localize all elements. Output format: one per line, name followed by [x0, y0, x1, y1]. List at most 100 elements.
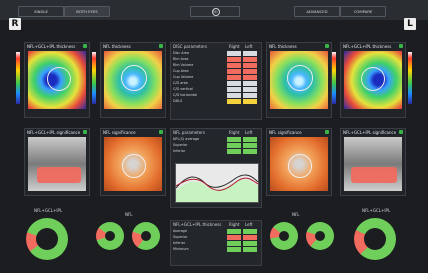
- left-value: [243, 69, 257, 74]
- map-left-nfl[interactable]: NFL thickness: [266, 42, 332, 118]
- table-row: C/D area: [173, 81, 259, 86]
- check-icon[interactable]: [83, 44, 87, 48]
- row-label: DDLS: [173, 99, 183, 103]
- table-row: C/D horizontal: [173, 93, 259, 98]
- panel-title: NFL+GCL+IPL thickness: [27, 44, 76, 49]
- right-value: [227, 241, 241, 246]
- nflgclipl-thickness-table: NFL+GCL+IPL thickness Right Left Average…: [170, 220, 262, 266]
- right-value: [227, 51, 241, 56]
- retina-overlay: [47, 67, 71, 91]
- table-row: Minimum: [173, 247, 259, 252]
- table-title: NFL+GCL+IPL thickness: [173, 222, 222, 227]
- right-value: [227, 93, 241, 98]
- table-row: Superior: [173, 235, 259, 240]
- right-value: [227, 57, 241, 62]
- panel-title: NFL+GCL+IPL significance: [343, 130, 397, 135]
- settings-icon[interactable]: [212, 8, 220, 16]
- right-value: [227, 247, 241, 252]
- table-row: Cup Volume: [173, 75, 259, 80]
- right-value: [227, 87, 241, 92]
- bottom-right-title: NFL+GCL+IPL: [362, 208, 391, 213]
- right-value: [227, 143, 241, 148]
- col-left: Left: [245, 222, 253, 227]
- significance-right-nfl[interactable]: NFL significance: [100, 128, 166, 196]
- bottom-left-title: NFL+GCL+IPL: [34, 208, 63, 213]
- donut-hole: [36, 228, 58, 250]
- disc-ring: [122, 154, 146, 178]
- left-value: [243, 51, 257, 56]
- check-icon[interactable]: [83, 130, 87, 134]
- right-value: [227, 137, 241, 142]
- profile-lines: [175, 174, 259, 202]
- right-value: [227, 229, 241, 234]
- significance-left-nfl[interactable]: NFL significance: [266, 128, 332, 196]
- map-left-nflgclipl[interactable]: NFL+GCL+IPL thickness: [340, 42, 406, 118]
- check-icon[interactable]: [325, 44, 329, 48]
- red-overlay: [37, 167, 81, 183]
- tab-both-eyes[interactable]: BOTH EYES: [64, 6, 110, 17]
- right-value: [227, 99, 241, 104]
- scale-bar: [408, 52, 412, 104]
- table-row: Cup Area: [173, 69, 259, 74]
- row-label: C/D vertical: [173, 87, 193, 91]
- panel-title: NFL+GCL+IPL significance: [27, 130, 81, 135]
- table-row: Average: [173, 229, 259, 234]
- red-overlay: [351, 167, 397, 183]
- right-value: [227, 235, 241, 240]
- nfl-parameters: NFL parameters Right Left NFL(S) average…: [170, 128, 262, 208]
- significance-left-nflgclipl[interactable]: NFL+GCL+IPL significance: [340, 128, 406, 196]
- donut-mid-left-2: [132, 222, 160, 250]
- retina-overlay: [287, 65, 313, 91]
- scale-bar: [16, 52, 20, 104]
- left-value: [243, 63, 257, 68]
- col-right: Right: [229, 130, 240, 135]
- check-icon[interactable]: [399, 130, 403, 134]
- check-icon[interactable]: [159, 44, 163, 48]
- bottom-mid-left-title: NFL: [125, 212, 133, 217]
- left-value: [243, 235, 257, 240]
- tab-advanced[interactable]: ADVANCED: [294, 6, 340, 17]
- donut-hole: [315, 231, 325, 241]
- left-value: [243, 81, 257, 86]
- disc-parameters-table: DISC parameters Right Left Disc Area Rim…: [170, 42, 262, 120]
- panel-title: NFL+GCL+IPL thickness: [343, 44, 392, 49]
- scale-bar: [92, 52, 96, 104]
- row-label: Cup Volume: [173, 75, 194, 79]
- row-label: Average: [173, 229, 187, 233]
- tab-single[interactable]: SINGLE: [18, 6, 64, 17]
- check-icon[interactable]: [325, 130, 329, 134]
- donut-left: [26, 218, 68, 260]
- significance-right-nflgclipl[interactable]: NFL+GCL+IPL significance: [24, 128, 90, 196]
- right-value: [227, 75, 241, 80]
- table-row: Inferior: [173, 149, 259, 154]
- right-eye-badge: R: [9, 18, 21, 30]
- right-value: [227, 149, 241, 154]
- map-right-nfl[interactable]: NFL thickness: [100, 42, 166, 118]
- check-icon[interactable]: [399, 44, 403, 48]
- left-value: [243, 87, 257, 92]
- map-right-nflgclipl[interactable]: NFL+GCL+IPL thickness: [24, 42, 90, 118]
- row-label: Rim Volume: [173, 63, 194, 67]
- tab-compare[interactable]: COMPARE: [340, 6, 386, 17]
- donut-right: [354, 218, 396, 260]
- left-value: [243, 57, 257, 62]
- left-value: [243, 99, 257, 104]
- normal-band: [176, 179, 258, 202]
- nfl-profile-graph: [175, 163, 259, 203]
- row-label: Minimum: [173, 247, 189, 251]
- retina-overlay: [121, 65, 147, 91]
- table-row: Superior: [173, 143, 259, 148]
- panel-title: NFL significance: [103, 130, 136, 135]
- panel-title: NFL thickness: [103, 44, 131, 49]
- row-label: Rim Area: [173, 57, 189, 61]
- right-value: [227, 81, 241, 86]
- table-row: C/D vertical: [173, 87, 259, 92]
- row-label: C/D area: [173, 81, 188, 85]
- left-value: [243, 241, 257, 246]
- disc-ring: [288, 154, 312, 178]
- table-row: Disc Area: [173, 51, 259, 56]
- left-value: [243, 247, 257, 252]
- left-value: [243, 143, 257, 148]
- donut-hole: [364, 228, 386, 250]
- check-icon[interactable]: [159, 130, 163, 134]
